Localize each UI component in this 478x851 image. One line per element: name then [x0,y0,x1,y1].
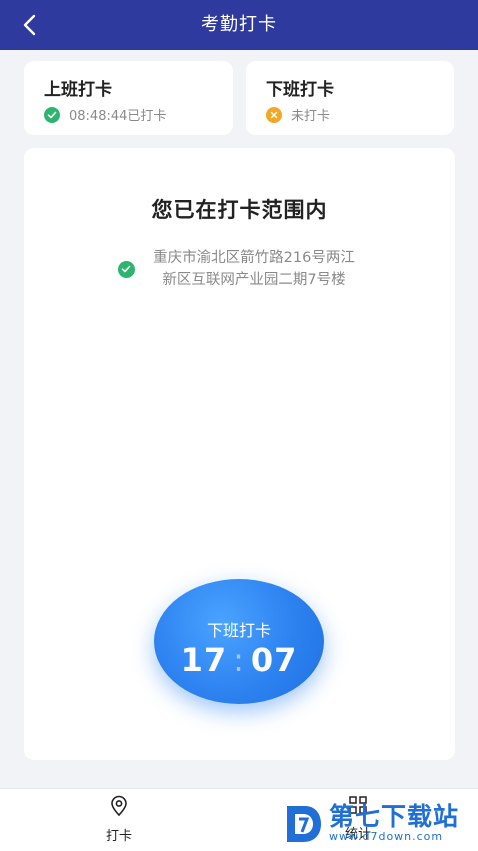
punch-time: 17:07 [154,641,324,679]
page-title: 考勤打卡 [201,14,277,35]
time-colon: : [233,641,245,679]
app-header: 考勤打卡 [0,0,478,50]
close-circle-icon [266,106,282,123]
clock-in-status: 08:48:44已打卡 [44,105,166,124]
check-circle-icon [44,106,60,123]
range-title: 您已在打卡范围内 [151,198,328,222]
punch-time-hour: 17 [180,641,228,679]
watermark-title: 第七下载站 [329,802,460,831]
clock-in-title: 上班打卡 [44,80,112,100]
clock-out-title: 下班打卡 [266,80,334,100]
watermark: 第七下载站 www.d7down.com [283,800,473,848]
clock-in-card: 上班打卡 08:48:44已打卡 [24,61,233,135]
clock-out-card: 下班打卡 未打卡 [246,61,454,135]
watermark-logo [283,802,323,846]
watermark-url: www.d7down.com [329,830,444,843]
punch-button-label: 下班打卡 [206,621,271,640]
clock-out-status-text: 未打卡 [291,109,331,124]
address-row: 重庆市渝北区箭竹路216号两江新区互联网产业园二期7号楼 [24,247,455,291]
address-text: 重庆市渝北区箭竹路216号两江新区互联网产业园二期7号楼 [153,250,355,288]
tab-punch[interactable]: 打卡 [79,795,159,845]
punch-time-minute: 07 [250,641,298,679]
location-pin-icon [111,795,127,817]
punch-button[interactable]: 下班打卡 17:07 [154,579,324,704]
tab-punch-label: 打卡 [105,829,132,844]
clock-out-status: 未打卡 [266,105,330,124]
clock-in-status-text: 08:48:44已打卡 [69,109,167,124]
punch-main-card: 您已在打卡范围内 重庆市渝北区箭竹路216号两江新区互联网产业园二期7号楼 下班… [24,148,455,760]
check-circle-icon [117,260,135,278]
